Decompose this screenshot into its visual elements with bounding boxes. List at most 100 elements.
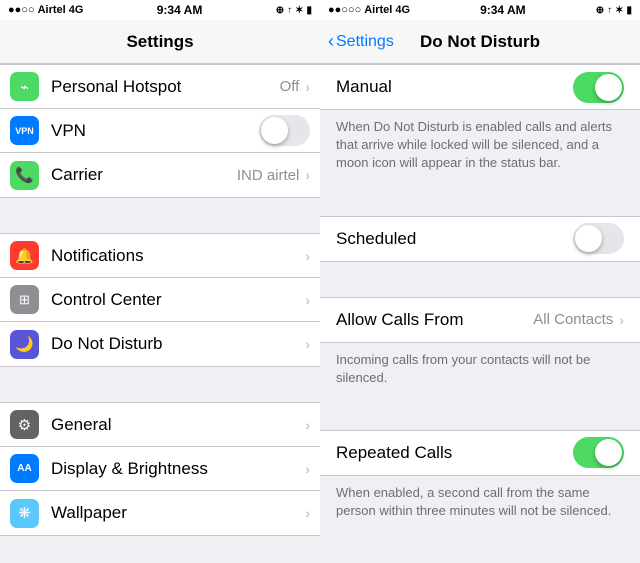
- status-carrier-left: ●●○○ Airtel 4G: [8, 4, 83, 16]
- control-center-item[interactable]: ⊞ Control Center ›: [0, 278, 320, 322]
- carrier-label: Carrier: [51, 165, 237, 185]
- right-status-bar: ●●○○○ Airtel 4G 9:34 AM ⊕ ↑ ✶ ▮: [320, 0, 640, 20]
- repeated-calls-section: Repeated Calls: [320, 430, 640, 476]
- separator-2: [0, 367, 320, 402]
- status-time-left: 9:34 AM: [157, 3, 203, 17]
- allow-calls-section: Allow Calls From All Contacts ›: [320, 297, 640, 343]
- scheduled-row[interactable]: Scheduled: [320, 217, 640, 261]
- carrier-icon: 📞: [10, 161, 39, 190]
- status-icons-right: ⊕ ↑ ✶ ▮: [596, 5, 632, 16]
- personal-hotspot-item[interactable]: ⌁ Personal Hotspot Off ›: [0, 65, 320, 109]
- status-time-right: 9:34 AM: [480, 3, 526, 17]
- settings-scroll[interactable]: ⌁ Personal Hotspot Off › VPN VPN 📞 Ca: [0, 64, 320, 563]
- display-brightness-item[interactable]: AA Display & Brightness ›: [0, 447, 320, 491]
- general-label: General: [51, 415, 305, 435]
- personal-hotspot-value: Off: [280, 78, 300, 95]
- bluetooth-icon-right: ✶: [615, 5, 623, 16]
- gap-4: [320, 528, 640, 563]
- control-center-label: Control Center: [51, 290, 305, 310]
- wallpaper-label: Wallpaper: [51, 503, 305, 523]
- carrier-value: IND airtel: [237, 167, 300, 184]
- personal-hotspot-icon: ⌁: [10, 72, 39, 101]
- gap-1: [320, 181, 640, 216]
- general-icon: ⚙: [10, 410, 39, 439]
- do-not-disturb-icon: 🌙: [10, 330, 39, 359]
- notifications-label: Notifications: [51, 246, 305, 266]
- scheduled-section: Scheduled: [320, 216, 640, 262]
- notifications-chevron: ›: [305, 248, 310, 264]
- carrier-item[interactable]: 📞 Carrier IND airtel ›: [0, 153, 320, 197]
- general-chevron: ›: [305, 417, 310, 433]
- manual-label: Manual: [336, 77, 573, 97]
- notifications-icon: 🔔: [10, 241, 39, 270]
- section-preferences: ⚙ General › AA Display & Brightness › ❋ …: [0, 402, 320, 536]
- display-brightness-chevron: ›: [305, 461, 310, 477]
- separator-1: [0, 198, 320, 233]
- general-item[interactable]: ⚙ General ›: [0, 403, 320, 447]
- allow-calls-value: All Contacts: [533, 311, 613, 328]
- carrier-chevron: ›: [305, 167, 310, 183]
- section-network: ⌁ Personal Hotspot Off › VPN VPN 📞 Ca: [0, 64, 320, 198]
- vpn-label: VPN: [51, 121, 259, 141]
- network-type: 4G: [69, 4, 84, 16]
- control-center-chevron: ›: [305, 292, 310, 308]
- battery-icon-right: ▮: [626, 5, 632, 16]
- dnd-title: Do Not Disturb: [420, 32, 540, 52]
- scheduled-toggle[interactable]: [573, 223, 624, 254]
- dnd-scroll[interactable]: Manual When Do Not Disturb is enabled ca…: [320, 64, 640, 563]
- repeated-calls-info: When enabled, a second call from the sam…: [320, 476, 640, 528]
- scheduled-toggle-knob: [575, 225, 602, 252]
- wifi-icon-right: ↑: [607, 5, 612, 16]
- manual-row[interactable]: Manual: [320, 65, 640, 109]
- bluetooth-icon: ✶: [295, 5, 303, 16]
- dnd-nav-bar: ‹ Settings Do Not Disturb: [320, 20, 640, 64]
- wallpaper-item[interactable]: ❋ Wallpaper ›: [0, 491, 320, 535]
- repeated-calls-toggle[interactable]: [573, 437, 624, 468]
- back-button[interactable]: ‹ Settings: [328, 31, 394, 52]
- signal-dots: ●●○○: [8, 4, 35, 16]
- control-center-icon: ⊞: [10, 285, 39, 314]
- vpn-toggle-knob: [261, 117, 288, 144]
- personal-hotspot-label: Personal Hotspot: [51, 77, 280, 97]
- repeated-calls-label: Repeated Calls: [336, 443, 573, 463]
- manual-toggle[interactable]: [573, 72, 624, 103]
- manual-toggle-knob: [595, 74, 622, 101]
- wallpaper-chevron: ›: [305, 505, 310, 521]
- vpn-item[interactable]: VPN VPN: [0, 109, 320, 153]
- settings-panel: ●●○○ Airtel 4G 9:34 AM ⊕ ↑ ✶ ▮ Settings …: [0, 0, 320, 563]
- do-not-disturb-chevron: ›: [305, 336, 310, 352]
- battery-icon: ▮: [306, 5, 312, 16]
- left-status-bar: ●●○○ Airtel 4G 9:34 AM ⊕ ↑ ✶ ▮: [0, 0, 320, 20]
- allow-calls-label: Allow Calls From: [336, 310, 533, 330]
- notifications-item[interactable]: 🔔 Notifications ›: [0, 234, 320, 278]
- do-not-disturb-item[interactable]: 🌙 Do Not Disturb ›: [0, 322, 320, 366]
- scheduled-label: Scheduled: [336, 229, 573, 249]
- vpn-icon: VPN: [10, 116, 39, 145]
- vpn-toggle[interactable]: [259, 115, 310, 146]
- manual-section: Manual: [320, 64, 640, 110]
- do-not-disturb-label: Do Not Disturb: [51, 334, 305, 354]
- status-carrier-right: ●●○○○ Airtel 4G: [328, 4, 410, 16]
- allow-calls-chevron: ›: [619, 312, 624, 328]
- location-icon-right: ⊕: [596, 5, 604, 16]
- allow-calls-info: Incoming calls from your contacts will n…: [320, 343, 640, 395]
- carrier-name-right: Airtel: [364, 4, 392, 16]
- allow-calls-row[interactable]: Allow Calls From All Contacts ›: [320, 298, 640, 342]
- wifi-icon: ↑: [287, 5, 292, 16]
- location-icon: ⊕: [276, 5, 284, 16]
- manual-info: When Do Not Disturb is enabled calls and…: [320, 110, 640, 181]
- status-icons-left: ⊕ ↑ ✶ ▮: [276, 5, 312, 16]
- back-label[interactable]: Settings: [336, 33, 394, 51]
- repeated-calls-row[interactable]: Repeated Calls: [320, 431, 640, 475]
- network-type-right: 4G: [395, 4, 410, 16]
- section-system: 🔔 Notifications › ⊞ Control Center › 🌙 D…: [0, 233, 320, 367]
- repeated-calls-toggle-knob: [595, 439, 622, 466]
- settings-title: Settings: [126, 32, 193, 52]
- signal-dots-right: ●●○○○: [328, 4, 361, 16]
- gap-3: [320, 395, 640, 430]
- personal-hotspot-chevron: ›: [305, 79, 310, 95]
- display-brightness-icon: AA: [10, 454, 39, 483]
- gap-2: [320, 262, 640, 297]
- settings-nav-bar: Settings: [0, 20, 320, 64]
- back-chevron-icon: ‹: [328, 31, 334, 52]
